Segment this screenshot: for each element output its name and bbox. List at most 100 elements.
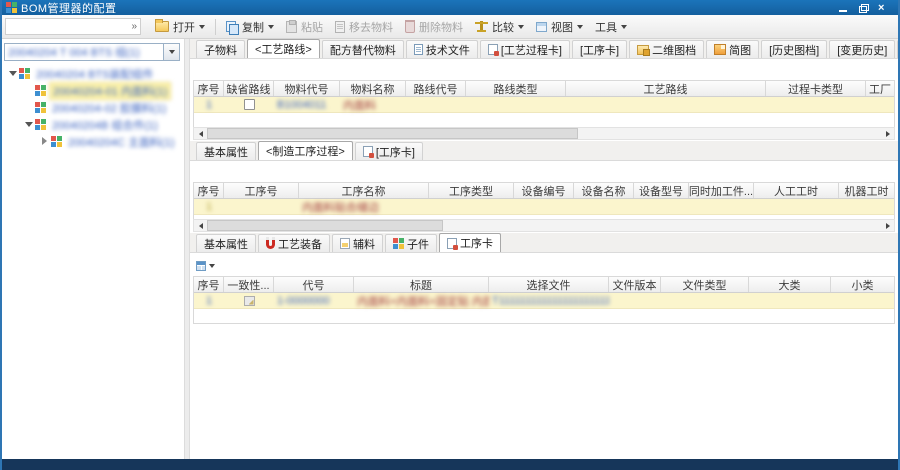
toolbar-button-移去物料: 移去物料 [329, 17, 399, 37]
column-header[interactable]: 代号 [274, 277, 354, 292]
tab-技术文件[interactable]: 技术文件 [405, 40, 478, 58]
column-header[interactable]: 工序号 [224, 183, 299, 198]
minimize-button[interactable] [838, 3, 850, 13]
table-cell [406, 97, 466, 112]
column-header[interactable]: 序号 [194, 277, 224, 292]
chevron-down-icon [621, 24, 627, 29]
column-header[interactable]: 工序名称 [299, 183, 429, 198]
operation-table-hscrollbar[interactable] [193, 219, 895, 232]
chevron-down-icon [577, 24, 583, 29]
column-header[interactable]: 工厂 [866, 81, 894, 96]
toolbar-button-打开[interactable]: 打开 [149, 17, 211, 37]
column-header[interactable]: 路线类型 [466, 81, 566, 96]
column-header[interactable]: 缺省路线 [224, 81, 274, 96]
restore-button[interactable] [858, 3, 870, 13]
column-header[interactable]: 设备型号 [634, 183, 689, 198]
tab-工序卡[interactable]: [工序卡] [571, 40, 628, 58]
left-arrow-icon [198, 222, 203, 229]
bom-node-icon [35, 85, 46, 96]
tree-node[interactable]: 20040204-01 内面料(1) [2, 81, 184, 100]
tree-node[interactable]: 20040204-02 胶膜料(1) [2, 99, 184, 116]
column-header[interactable]: 同时加工件... [689, 183, 754, 198]
chevron-down-icon [518, 24, 524, 29]
column-header[interactable]: 物料代号 [274, 81, 340, 96]
column-header[interactable]: 序号 [194, 81, 224, 96]
scroll-right-arrow[interactable] [881, 220, 894, 231]
column-header[interactable]: 标题 [354, 277, 489, 292]
tab-工艺装备[interactable]: 工艺装备 [258, 234, 330, 252]
column-header[interactable]: 设备名称 [574, 183, 634, 198]
tab-子件[interactable]: 子件 [385, 234, 437, 252]
tree-node-label: 20040204B 组合件(1) [52, 119, 158, 132]
tab-基本属性[interactable]: 基本属性 [196, 234, 256, 252]
collapse-toggle-icon[interactable] [24, 120, 33, 129]
tab-基本属性[interactable]: 基本属性 [196, 142, 256, 160]
table-empty-area [194, 113, 894, 127]
tree-node[interactable]: 20040204B 组合件(1) [2, 116, 184, 133]
tab-辅料[interactable]: 辅料 [332, 234, 383, 252]
tab-label: 基本属性 [204, 146, 248, 159]
tab-label: 基本属性 [204, 238, 248, 251]
operation-tab-strip: 基本属性 <制造工序过程> [工序卡] [190, 141, 898, 161]
scroll-left-arrow[interactable] [194, 128, 207, 139]
column-header[interactable]: 大类 [749, 277, 831, 292]
column-header[interactable]: 文件类型 [661, 277, 749, 292]
table-row[interactable]: 1 内面料贴合缝边 [194, 199, 894, 215]
route-table-hscrollbar[interactable] [193, 127, 895, 140]
tab-制造工序过程[interactable]: <制造工序过程> [258, 141, 353, 160]
expand-toggle-icon[interactable] [40, 137, 49, 146]
tab-工艺路线[interactable]: <工艺路线> [247, 39, 320, 58]
tab-变更历史[interactable]: [变更历史] [829, 40, 896, 58]
table-row[interactable]: 1 1-0000000 内面料+内面料+固定贴 内面... T111111111111… [194, 293, 894, 309]
collapse-toggle-icon[interactable] [8, 69, 17, 78]
column-header[interactable]: 人工工时 [754, 183, 839, 198]
column-header[interactable]: 工序类型 [429, 183, 514, 198]
tree-node[interactable]: 20040204 BTS装配组件 [2, 65, 184, 82]
tab-配方替代物料[interactable]: 配方替代物料 [321, 40, 404, 58]
window-title: BOM管理器的配置 [21, 2, 117, 15]
chevron-expand-icon[interactable]: » [131, 21, 137, 32]
bom-node-icon [35, 102, 46, 113]
scrollbar-thumb[interactable] [207, 220, 443, 231]
toolbar-button-比较[interactable]: 比较 [469, 17, 530, 37]
column-header[interactable]: 一致性... [224, 277, 274, 292]
column-header[interactable]: 小类 [831, 277, 894, 292]
scrollbar-thumb[interactable] [207, 128, 578, 139]
column-header[interactable]: 路线代号 [406, 81, 466, 96]
scroll-right-arrow[interactable] [881, 128, 894, 139]
tab-二维图档[interactable]: 二维图档 [629, 40, 705, 58]
column-header[interactable]: 文件版本 [609, 277, 661, 292]
column-header[interactable]: 过程卡类型 [766, 81, 866, 96]
column-header[interactable]: 机器工时 [839, 183, 894, 198]
scrollbar-track[interactable] [207, 220, 881, 231]
checkbox-icon[interactable] [243, 99, 255, 110]
column-config-button[interactable] [193, 259, 218, 273]
route-table: 序号 缺省路线 物料代号 物料名称 路线代号 路线类型 工艺路线 过程卡类型 工厂 1 B10040… [193, 80, 895, 128]
scroll-left-arrow[interactable] [194, 220, 207, 231]
tab-历史图档[interactable]: [历史图档] [761, 40, 828, 58]
table-cell [766, 97, 866, 112]
column-header[interactable]: 序号 [194, 183, 224, 198]
table-header-row: 序号 工序号 工序名称 工序类型 设备编号 设备名称 设备型号 同时加工件... 人工工时 机器工… [194, 183, 894, 199]
table-cell [574, 199, 634, 214]
tab-子物料[interactable]: 子物料 [196, 40, 245, 58]
toolbar-button-工具[interactable]: 工具 [589, 17, 633, 37]
scrollbar-track[interactable] [207, 128, 881, 139]
toolbar-button-视图[interactable]: 视图 [530, 17, 589, 37]
column-header[interactable]: 设备编号 [514, 183, 574, 198]
filter-input[interactable]: » [5, 18, 141, 35]
tab-简图[interactable]: 简图 [706, 40, 760, 58]
tab-工序卡[interactable]: [工序卡] [354, 142, 423, 160]
tab-工序卡[interactable]: 工序卡 [439, 233, 501, 252]
tab-工艺过程卡[interactable]: [工艺过程卡] [479, 40, 570, 58]
combo-dropdown-button[interactable] [163, 44, 179, 60]
taskbar-strip [2, 459, 898, 470]
close-button[interactable]: × [878, 2, 890, 13]
column-header[interactable]: 选择文件 [489, 277, 609, 292]
tree-node[interactable]: 20040204C 主面料(1) [2, 133, 184, 150]
bom-selector-combo[interactable]: 20040204 T 004 BTS 组(1) [4, 43, 180, 61]
column-header[interactable]: 工艺路线 [566, 81, 766, 96]
table-row[interactable]: 1 B1004011 内面料 [194, 97, 894, 113]
column-header[interactable]: 物料名称 [340, 81, 406, 96]
toolbar-button-复制[interactable]: 复制 [220, 17, 280, 37]
